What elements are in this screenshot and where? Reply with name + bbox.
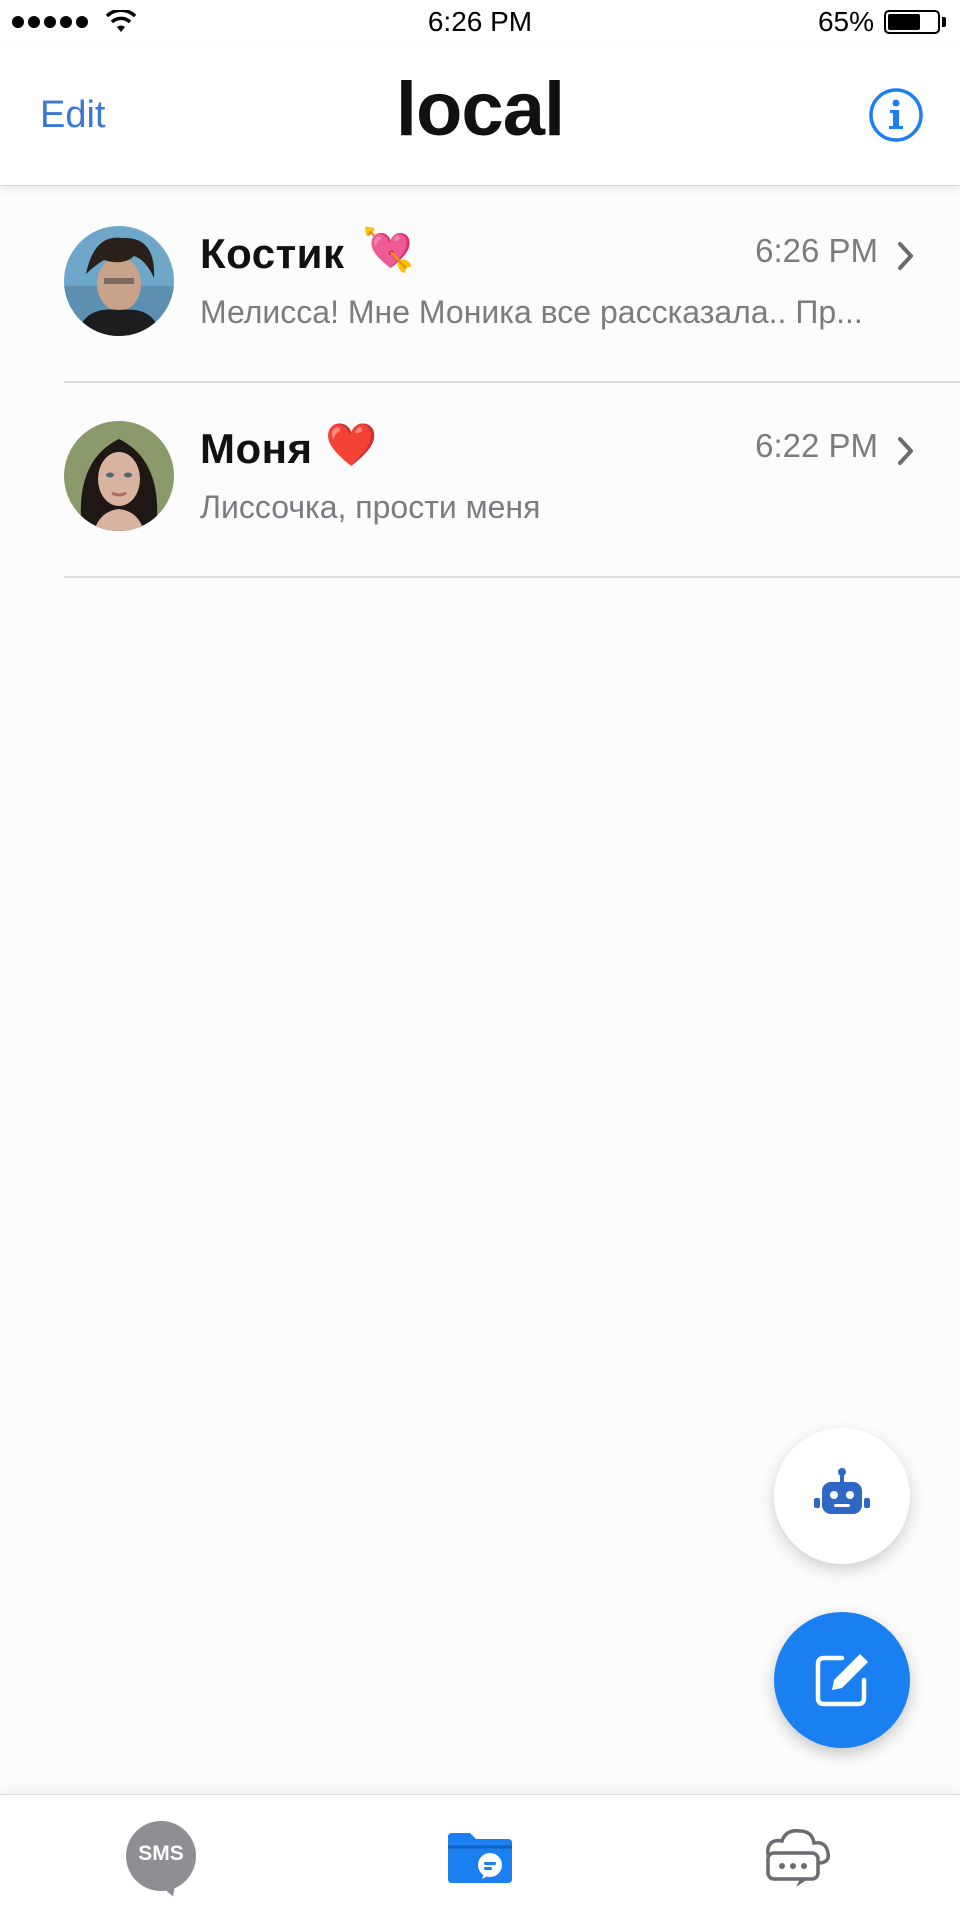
message-preview: Мелисса! Мне Моника все рассказала.. Пр.… [200, 294, 863, 330]
conversation-list: Костик 💘 6:26 PM Мелисса! Мне Моника все… [0, 188, 960, 578]
bot-button[interactable] [774, 1428, 910, 1564]
app-title: local [395, 67, 565, 152]
battery-icon [884, 10, 940, 34]
navigation-bar: Edit local [0, 44, 960, 186]
avatar [64, 226, 174, 336]
conversation-time: 6:22 PM [755, 427, 878, 464]
chevron-right-icon [898, 242, 913, 270]
compose-icon [815, 1654, 868, 1707]
chevron-right-icon [898, 437, 913, 465]
sms-label: SMS [138, 1842, 184, 1865]
row-divider [64, 576, 960, 578]
status-bar: 6:26 PM 65% [0, 0, 960, 44]
conversation-row[interactable]: Моня ❤️ 6:22 PM Лиссочка, прости меня [0, 383, 960, 578]
conversation-row[interactable]: Костик 💘 6:26 PM Мелисса! Мне Моника все… [0, 188, 960, 383]
avatar [64, 421, 174, 531]
tab-group-chats[interactable] [700, 1795, 900, 1920]
red-heart-emoji: ❤️ [325, 421, 378, 468]
battery-percent: 65% [817, 6, 874, 37]
cloud-chat-icon [766, 1828, 831, 1887]
robot-icon [814, 1468, 870, 1514]
status-time: 6:26 PM [427, 6, 533, 37]
info-icon[interactable] [868, 87, 924, 143]
tab-bar: SMS [0, 1794, 960, 1920]
message-preview: Лиссочка, прости меня [200, 489, 541, 525]
tab-sms[interactable]: SMS [60, 1795, 260, 1920]
contact-name: Костик [200, 230, 345, 277]
conversation-time: 6:26 PM [755, 232, 878, 269]
battery-nub [942, 17, 946, 27]
folder-chat-icon [448, 1833, 512, 1883]
heart-arrow-emoji: 💘 [362, 226, 415, 273]
compose-button[interactable] [774, 1612, 910, 1748]
tab-conversations[interactable] [380, 1795, 580, 1920]
contact-name: Моня [200, 425, 313, 472]
